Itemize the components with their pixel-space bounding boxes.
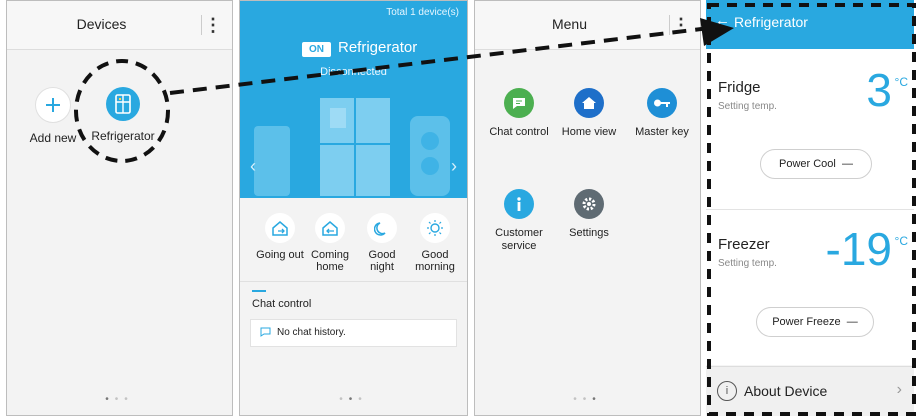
highlight-circle	[74, 59, 170, 163]
highlight-frame	[707, 3, 916, 416]
pointer-arrow-line	[169, 25, 719, 95]
annotation-overlay	[74, 3, 916, 416]
pointer-arrow-head	[700, 18, 734, 46]
